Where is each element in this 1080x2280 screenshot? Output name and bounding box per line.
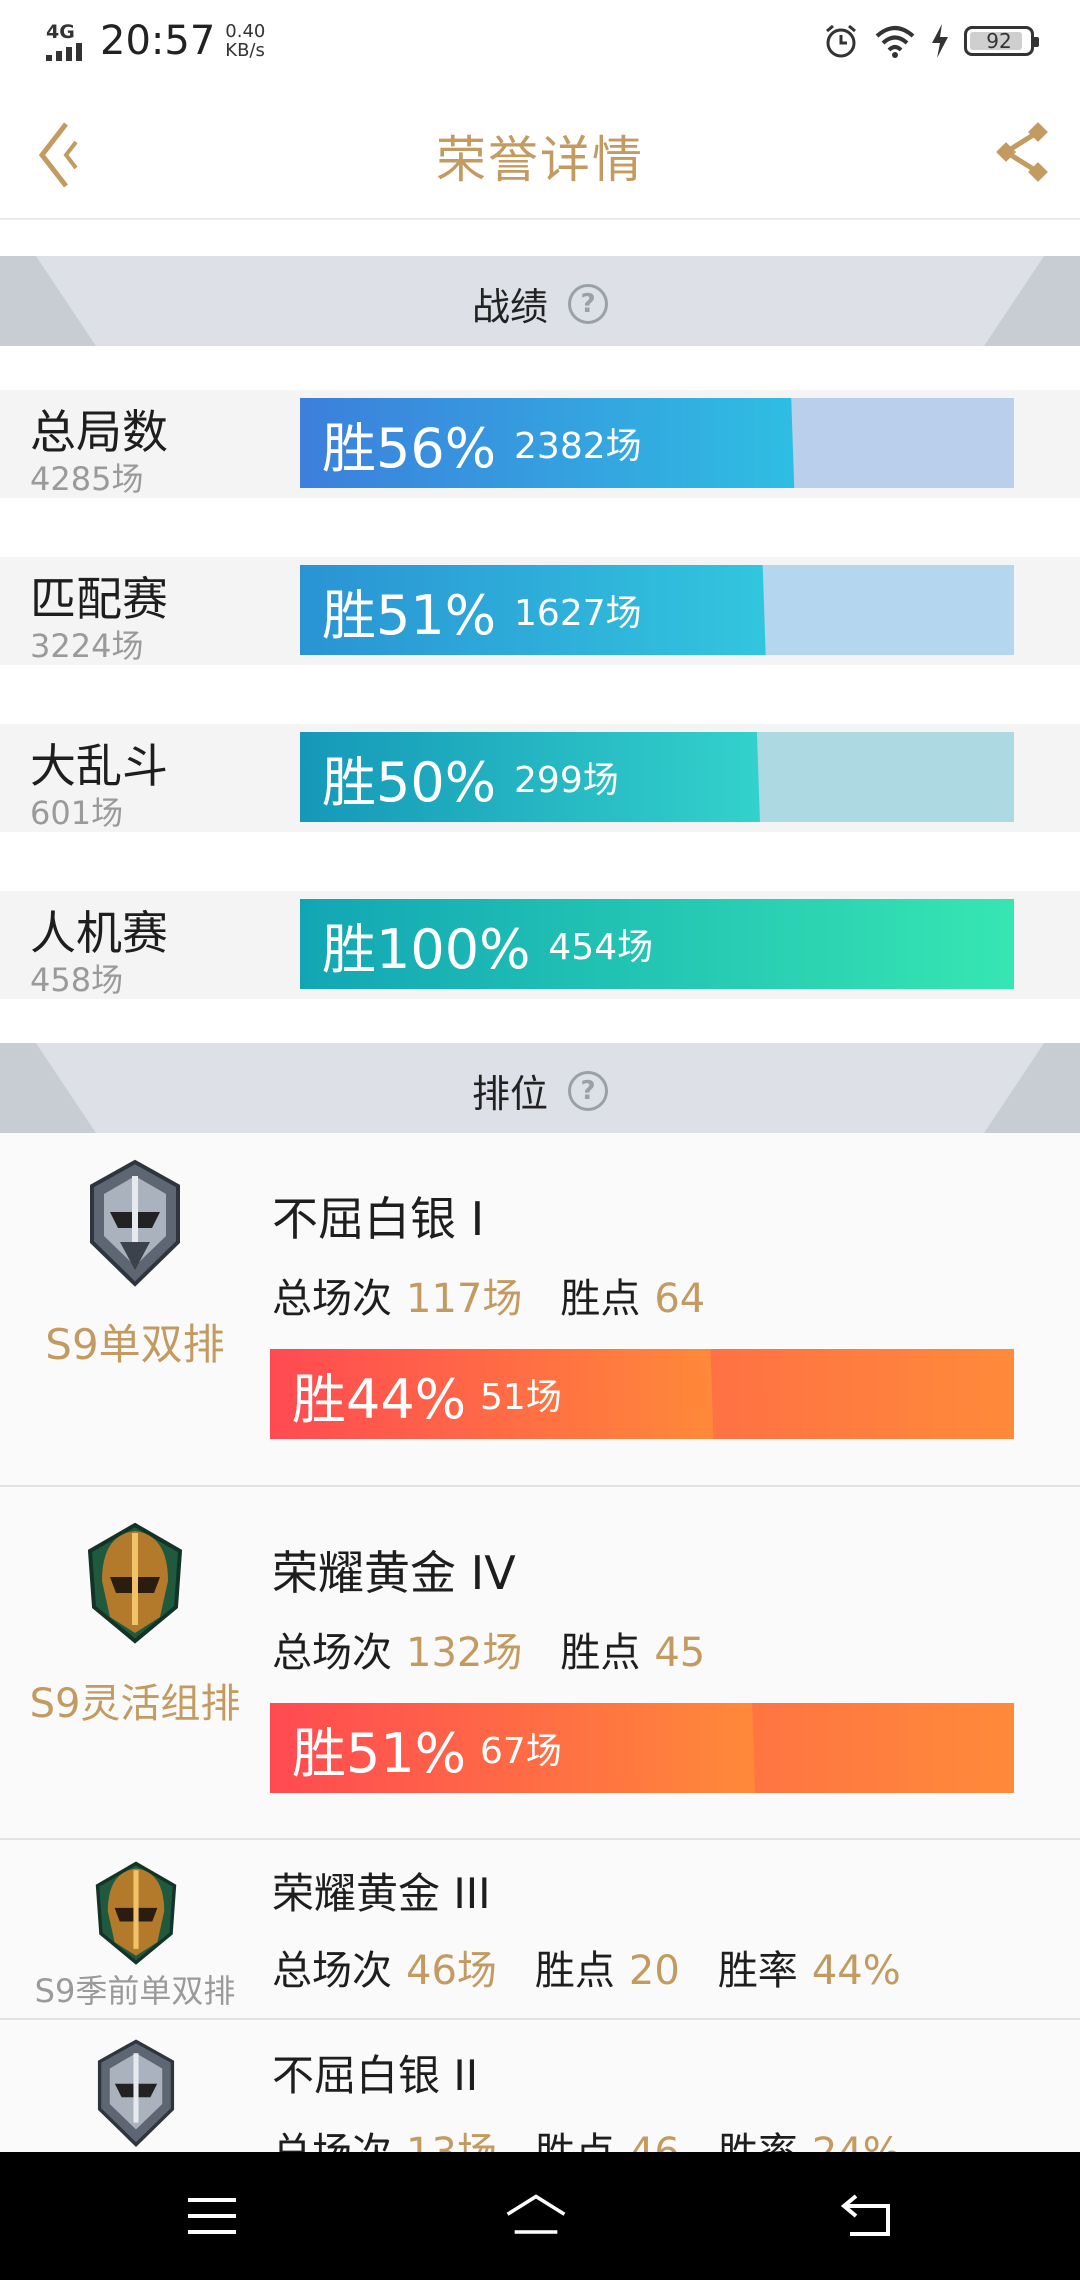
app-header: 荣誉详情 [0, 84, 1080, 220]
speed-value: 0.40 [225, 21, 266, 42]
charging-icon [932, 24, 948, 58]
rank-entry[interactable]: S9季前单双排 荣耀黄金 III 总场次 46场 胜点 20 胜率 44% [0, 1840, 1080, 2020]
win-rate-bar: 胜100% 454场 [300, 899, 1014, 989]
season-label: S9季前灵活组排 [0, 2144, 270, 2152]
page-title: 荣誉详情 [436, 131, 644, 189]
share-icon[interactable] [996, 122, 1050, 182]
alarm-icon [826, 24, 856, 58]
signal-icon: 4G [46, 19, 90, 63]
mode-count: 601场 [30, 794, 124, 832]
win-rate-label: 胜56% [322, 416, 497, 480]
win-rate-label: 胜51% [322, 583, 497, 647]
season-label: S9灵活组排 [29, 1681, 241, 1727]
win-count: 2382场 [514, 426, 642, 467]
rate-value: 44% [811, 1948, 901, 1994]
rank-tier: 荣耀黄金 III [272, 1869, 491, 1918]
gold-emblem-icon [87, 1522, 183, 1644]
win-rate-label: 胜51% [292, 1721, 467, 1785]
mode-name: 人机赛 [30, 906, 168, 960]
total-value: 117场 [406, 1276, 523, 1322]
win-rate-bar: 胜50% 299场 [300, 732, 1014, 822]
total-value: 13场 [406, 2130, 497, 2152]
win-rate-label: 胜50% [322, 750, 497, 814]
win-rate-bar: 胜56% 2382场 [300, 398, 1014, 488]
total-label: 总场次 [272, 1630, 392, 1676]
record-row-ai: 人机赛 458场 胜100% 454场 [0, 891, 1080, 999]
points-value: 46 [629, 2130, 680, 2152]
rate-label: 胜率 [718, 2130, 798, 2152]
win-count: 51场 [480, 1377, 562, 1418]
points-value: 64 [654, 1276, 706, 1322]
menu-icon[interactable] [180, 2184, 244, 2248]
rank-tier: 荣耀黄金 IV [272, 1546, 516, 1600]
mode-count: 458场 [30, 961, 124, 999]
system-nav-bar [0, 2152, 1080, 2280]
points-label: 胜点 [560, 1276, 641, 1322]
silver-emblem-icon [97, 2039, 175, 2147]
rank-stats: 总场次 13场 胜点 46 胜率 24% [272, 2120, 901, 2152]
mode-count: 3224场 [30, 627, 144, 665]
rank-stats: 总场次 132场 胜点 45 [272, 1620, 705, 1678]
points-label: 胜点 [534, 1948, 615, 1994]
season-label: S9单双排 [45, 1320, 225, 1369]
ranked-section-header: 排位? [0, 1043, 1080, 1133]
record-row-total: 总局数 4285场 胜56% 2382场 [0, 390, 1080, 498]
win-count: 67场 [480, 1731, 562, 1772]
section-title: 排位 [471, 1072, 548, 1116]
wifi-icon [875, 26, 915, 58]
rank-entry[interactable]: S9灵活组排 荣耀黄金 IV 总场次 132场 胜点 45 胜51% 67场 [0, 1487, 1080, 1840]
rank-win-bar: 胜51% 67场 [270, 1703, 1014, 1793]
silver-emblem-icon [90, 1159, 180, 1287]
points-label: 胜点 [560, 1630, 641, 1676]
help-icon[interactable]: ? [568, 1070, 608, 1111]
total-value: 46场 [406, 1948, 497, 1994]
mode-count: 4285场 [30, 460, 144, 498]
status-bar: 4G 20:57 0.40 KB/s 92 [0, 0, 1080, 84]
mode-name: 大乱斗 [30, 739, 168, 793]
speed-unit: KB/s [225, 40, 265, 61]
total-value: 132场 [406, 1630, 523, 1676]
rank-win-bar: 胜44% 51场 [270, 1349, 1014, 1439]
rate-label: 胜率 [717, 1948, 798, 1994]
season-label: S9季前单双排 [34, 1972, 236, 2010]
rank-entry[interactable]: S9季前灵活组排 不屈白银 II 总场次 13场 胜点 46 胜率 24% [0, 2020, 1080, 2152]
record-row-match: 匹配赛 3224场 胜51% 1627场 [0, 557, 1080, 665]
mode-name: 匹配赛 [30, 572, 168, 626]
rate-value: 24% [812, 2130, 901, 2152]
total-label: 总场次 [272, 2130, 392, 2152]
section-title: 战绩 [471, 285, 548, 329]
help-icon[interactable]: ? [568, 283, 608, 324]
rank-tier: 不屈白银 I [272, 1192, 485, 1246]
rank-stats: 总场次 117场 胜点 64 [272, 1266, 705, 1324]
network-speed: 0.40 KB/s [225, 22, 265, 60]
win-rate-label: 胜44% [292, 1367, 467, 1431]
mode-name: 总局数 [30, 405, 168, 459]
network-type: 4G [46, 21, 75, 43]
win-rate-bar: 胜51% 1627场 [300, 565, 1014, 655]
battery-icon: 92 [964, 26, 1039, 56]
win-count: 299场 [514, 760, 619, 801]
record-row-brawl: 大乱斗 601场 胜50% 299场 [0, 724, 1080, 832]
back-icon[interactable] [836, 2184, 900, 2248]
battery-level: 92 [986, 29, 1012, 53]
points-value: 20 [628, 1948, 680, 1994]
gold-emblem-icon [95, 1861, 177, 1965]
total-label: 总场次 [272, 1948, 392, 1994]
total-label: 总场次 [272, 1276, 392, 1322]
clock: 20:57 [100, 18, 216, 64]
rank-tier: 不屈白银 II [272, 2051, 479, 2100]
record-section-header: 战绩? [0, 256, 1080, 346]
win-rate-label: 胜100% [322, 917, 531, 981]
win-count: 1627场 [514, 593, 642, 634]
rank-entry[interactable]: S9单双排 不屈白银 I 总场次 117场 胜点 64 胜44% 51场 [0, 1133, 1080, 1487]
win-count: 454场 [548, 927, 654, 968]
points-value: 45 [654, 1630, 706, 1676]
points-label: 胜点 [535, 2130, 615, 2152]
rank-stats: 总场次 46场 胜点 20 胜率 44% [272, 1938, 901, 1996]
home-icon[interactable] [504, 2184, 568, 2248]
